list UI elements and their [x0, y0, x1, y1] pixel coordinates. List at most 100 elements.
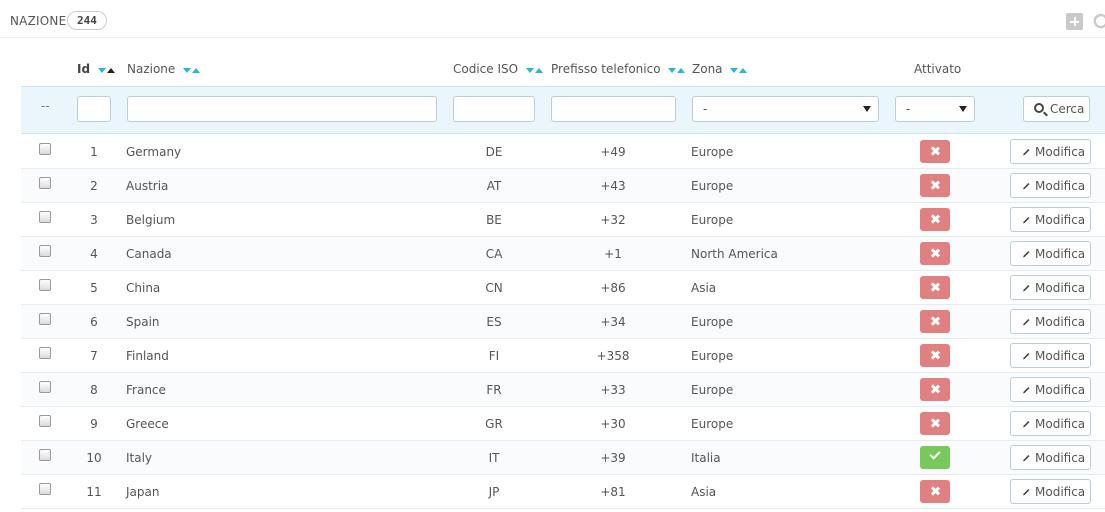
row-checkbox[interactable] — [39, 415, 51, 427]
status-toggle-disabled[interactable] — [920, 174, 950, 197]
cell-id: 5 — [90, 281, 98, 295]
close-icon — [930, 180, 940, 190]
edit-button[interactable]: Modifica — [1010, 411, 1091, 436]
filter-zone-select[interactable]: - — [692, 96, 879, 122]
edit-button[interactable]: Modifica — [1010, 173, 1091, 198]
cell-phone-prefix: +30 — [600, 417, 626, 431]
status-toggle-disabled[interactable] — [920, 140, 950, 163]
sort-asc-icon[interactable] — [107, 67, 116, 73]
status-toggle-disabled[interactable] — [920, 276, 950, 299]
edit-button-label: Modifica — [1035, 179, 1086, 193]
status-toggle-disabled[interactable] — [920, 480, 950, 503]
row-checkbox[interactable] — [39, 347, 51, 359]
sort-desc-icon[interactable] — [98, 67, 107, 73]
search-button[interactable]: Cerca — [1023, 96, 1090, 122]
close-icon — [930, 282, 940, 292]
edit-button[interactable]: Modifica — [1010, 309, 1091, 334]
row-checkbox[interactable] — [39, 143, 51, 155]
status-toggle-enabled[interactable] — [920, 446, 950, 469]
filter-name-input[interactable] — [127, 96, 437, 122]
sort-desc-icon[interactable] — [730, 67, 739, 73]
table-row[interactable]: 10 Italy IT +39 Italia Modifica — [21, 441, 1105, 475]
sort-asc-icon[interactable] — [677, 67, 686, 73]
filter-id-input[interactable] — [77, 96, 111, 122]
table-row[interactable]: 7 Finland FI +358 Europe Modifica — [21, 339, 1105, 373]
edit-button[interactable]: Modifica — [1010, 445, 1091, 470]
sort-asc-icon[interactable] — [739, 67, 748, 73]
cell-phone-prefix: +39 — [600, 451, 626, 465]
table-row[interactable]: 1 Germany DE +49 Europe Modifica — [21, 135, 1105, 169]
table-row[interactable]: 9 Greece GR +30 Europe Modifica — [21, 407, 1105, 441]
status-toggle-disabled[interactable] — [920, 242, 950, 265]
cell-phone-prefix: +358 — [596, 349, 630, 363]
edit-button-label: Modifica — [1035, 451, 1086, 465]
row-checkbox[interactable] — [39, 313, 51, 325]
status-toggle-disabled[interactable] — [920, 378, 950, 401]
status-toggle-disabled[interactable] — [920, 310, 950, 333]
cell-zone: Europe — [691, 417, 734, 431]
search-icon — [1034, 103, 1044, 113]
refresh-list-icon[interactable] — [1092, 13, 1105, 30]
close-icon — [930, 248, 940, 258]
column-header-prefix: Prefisso telefonico — [551, 62, 686, 78]
edit-button[interactable]: Modifica — [1010, 343, 1091, 368]
cell-zone: Europe — [691, 179, 734, 193]
add-new-icon[interactable] — [1066, 13, 1083, 30]
edit-button[interactable]: Modifica — [1010, 207, 1091, 232]
cell-id: 9 — [90, 417, 98, 431]
table-row[interactable]: 4 Canada CA +1 North America Modifica — [21, 237, 1105, 271]
cell-phone-prefix: +81 — [600, 485, 626, 499]
chevron-down-icon — [959, 106, 967, 112]
edit-button[interactable]: Modifica — [1010, 479, 1091, 504]
table-row[interactable]: 8 France FR +33 Europe Modifica — [21, 373, 1105, 407]
edit-button-label: Modifica — [1035, 213, 1086, 227]
table-row[interactable]: 3 Belgium BE +32 Europe Modifica — [21, 203, 1105, 237]
table-row[interactable]: 5 China CN +86 Asia Modifica — [21, 271, 1105, 305]
cell-iso-code: CN — [485, 281, 503, 295]
status-toggle-disabled[interactable] — [920, 344, 950, 367]
sort-desc-icon[interactable] — [183, 67, 192, 73]
sort-asc-icon[interactable] — [192, 67, 201, 73]
edit-button[interactable]: Modifica — [1010, 377, 1091, 402]
table-row[interactable]: 2 Austria AT +43 Europe Modifica — [21, 169, 1105, 203]
row-checkbox[interactable] — [39, 177, 51, 189]
sort-controls-iso — [525, 62, 543, 76]
cell-phone-prefix: +1 — [604, 247, 622, 261]
table-row[interactable]: 11 Japan JP +81 Asia Modifica — [21, 475, 1105, 509]
row-checkbox[interactable] — [39, 449, 51, 461]
cell-country-name: Spain — [126, 315, 160, 329]
row-checkbox[interactable] — [39, 245, 51, 257]
filter-prefix-input[interactable] — [551, 96, 676, 122]
panel-header: NAZIONE 244 — [0, 0, 1105, 38]
cell-phone-prefix: +32 — [600, 213, 626, 227]
sort-desc-icon[interactable] — [668, 67, 677, 73]
status-toggle-disabled[interactable] — [920, 412, 950, 435]
filter-iso-input[interactable] — [453, 96, 535, 122]
cell-phone-prefix: +49 — [600, 145, 626, 159]
row-checkbox[interactable] — [39, 211, 51, 223]
edit-button[interactable]: Modifica — [1010, 241, 1091, 266]
sort-desc-icon[interactable] — [525, 67, 534, 73]
edit-button[interactable]: Modifica — [1010, 139, 1091, 164]
cell-zone: Europe — [691, 145, 734, 159]
cell-iso-code: GR — [485, 417, 503, 431]
filter-active-select[interactable]: - — [895, 96, 975, 122]
filter-active-selected: - — [906, 102, 911, 116]
cell-country-name: Belgium — [126, 213, 176, 227]
cell-country-name: Greece — [126, 417, 169, 431]
status-toggle-disabled[interactable] — [920, 208, 950, 231]
row-checkbox[interactable] — [39, 279, 51, 291]
cell-zone: Italia — [691, 451, 721, 465]
edit-button[interactable]: Modifica — [1010, 275, 1091, 300]
cell-id: 1 — [90, 145, 98, 159]
table-row[interactable]: 6 Spain ES +34 Europe Modifica — [21, 305, 1105, 339]
sort-asc-icon[interactable] — [534, 67, 543, 73]
row-checkbox[interactable] — [39, 381, 51, 393]
filter-bulk-placeholder: -- — [41, 99, 50, 113]
cell-iso-code: FR — [486, 383, 502, 397]
cell-iso-code: ES — [486, 315, 502, 329]
cell-zone: Asia — [691, 485, 717, 499]
row-checkbox[interactable] — [39, 483, 51, 495]
column-header-zone: Zona — [692, 62, 748, 78]
cell-iso-code: DE — [485, 145, 503, 159]
